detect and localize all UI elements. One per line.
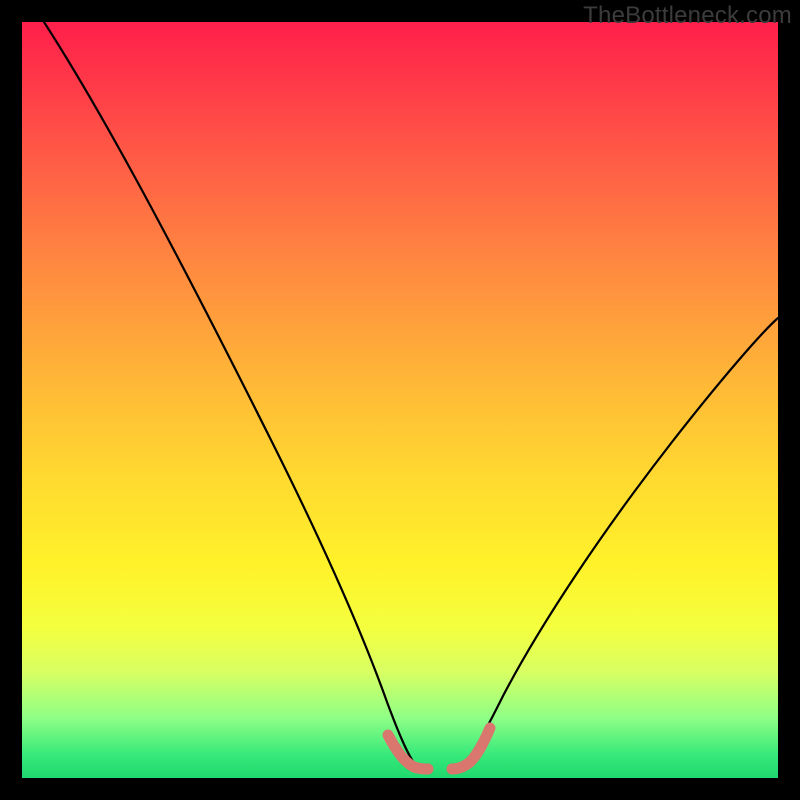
right-valley-marker	[452, 728, 490, 769]
left-curve	[44, 22, 418, 768]
chart-frame: TheBottleneck.com	[0, 0, 800, 800]
curves-layer	[22, 22, 778, 778]
watermark-text: TheBottleneck.com	[583, 2, 792, 30]
right-curve	[460, 318, 778, 768]
